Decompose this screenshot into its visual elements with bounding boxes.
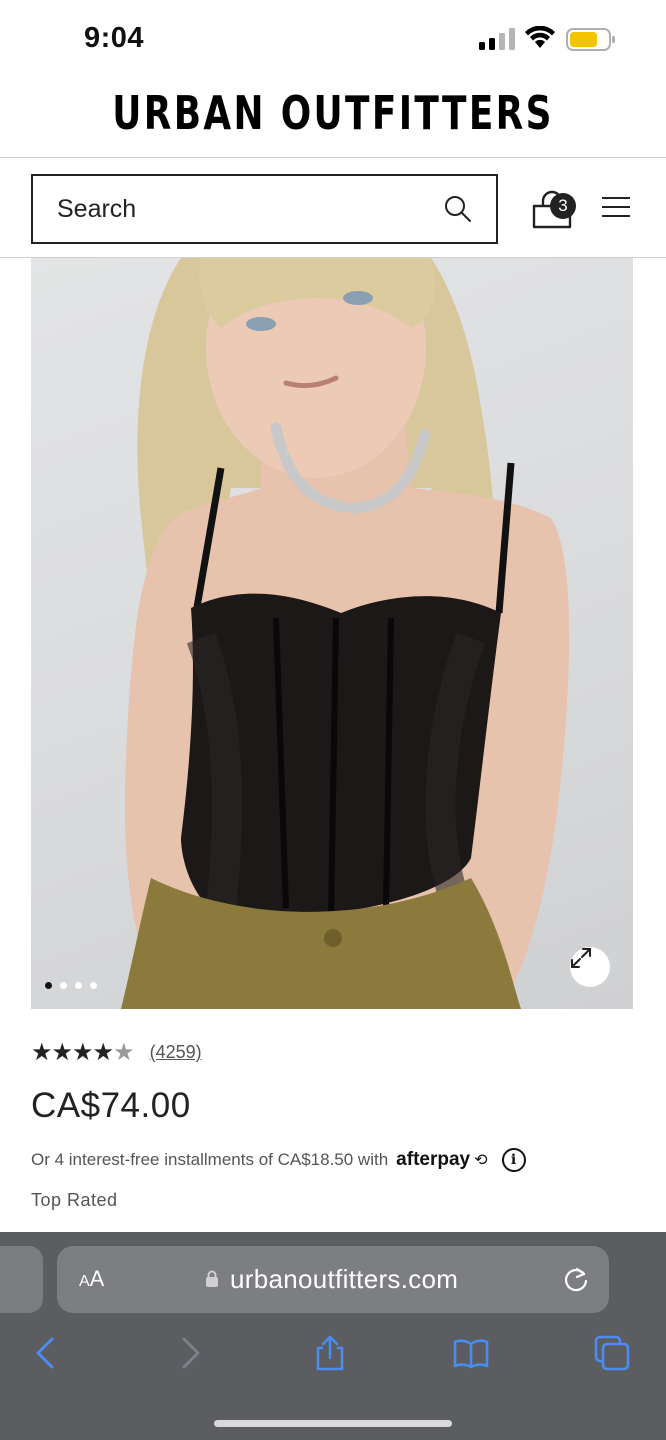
brand-logo[interactable]: URBAN OUTFITTERS — [112, 86, 554, 140]
cart-count-badge[interactable]: 3 — [550, 193, 576, 219]
reload-icon[interactable] — [563, 1266, 589, 1294]
tabs-icon[interactable] — [594, 1335, 630, 1371]
status-bar: 9:04 — [0, 0, 666, 78]
search-box[interactable] — [31, 174, 498, 244]
hamburger-menu-icon[interactable] — [602, 196, 630, 218]
url-text[interactable]: urbanoutfitters.com — [230, 1264, 458, 1295]
half-star-icon: ★ — [113, 1039, 134, 1066]
wifi-icon — [525, 26, 555, 48]
address-bar[interactable]: AA urbanoutfitters.com — [57, 1246, 609, 1313]
info-icon[interactable]: i — [501, 1148, 526, 1172]
carousel-dot[interactable] — [75, 982, 82, 989]
previous-tab-peek[interactable] — [0, 1246, 43, 1313]
home-indicator[interactable] — [214, 1420, 452, 1427]
carousel-dot[interactable] — [90, 982, 97, 989]
browser-toolbar: AA urbanoutfitters.com — [0, 1232, 666, 1440]
top-rated-badge: Top Rated — [31, 1190, 118, 1210]
carousel-dot[interactable] — [60, 982, 67, 989]
product-photo-illustration — [121, 258, 570, 1009]
share-icon[interactable] — [312, 1335, 348, 1371]
bookmarks-icon[interactable] — [453, 1335, 489, 1371]
afterpay-installments: Or 4 interest-free installments of CA$18… — [31, 1148, 526, 1172]
search-icon[interactable] — [444, 195, 472, 223]
text-size-small-label: A — [79, 1273, 90, 1290]
battery-low-power-icon — [566, 28, 615, 51]
product-price: CA$74.00 — [31, 1086, 191, 1125]
review-count-link[interactable]: (4259) — [150, 1042, 202, 1063]
carousel-dot[interactable] — [45, 982, 52, 989]
afterpay-logo: afterpay — [396, 1149, 471, 1170]
expand-icon — [571, 948, 591, 968]
afterpay-arrows-icon: ⟲ — [474, 1152, 488, 1169]
cellular-signal-icon — [479, 28, 515, 50]
back-icon[interactable] — [28, 1335, 64, 1371]
search-input[interactable] — [57, 194, 444, 224]
text-size-large-label: A — [89, 1266, 105, 1291]
product-rating[interactable]: ★★★★★ (4259) — [31, 1038, 202, 1067]
header-divider — [0, 157, 666, 158]
forward-icon[interactable] — [172, 1335, 208, 1371]
installments-text: Or 4 interest-free installments of CA$18… — [31, 1150, 389, 1169]
product-image[interactable] — [31, 258, 633, 1009]
full-stars: ★★★★ — [31, 1039, 114, 1066]
text-size-button[interactable]: AA — [79, 1266, 104, 1292]
status-time: 9:04 — [84, 22, 145, 54]
rating-stars: ★★★★★ — [31, 1038, 135, 1067]
site-header: URBAN OUTFITTERS — [0, 78, 666, 158]
expand-image-button[interactable] — [570, 947, 610, 987]
image-carousel-dots[interactable] — [45, 982, 97, 989]
lock-icon — [206, 1270, 218, 1287]
